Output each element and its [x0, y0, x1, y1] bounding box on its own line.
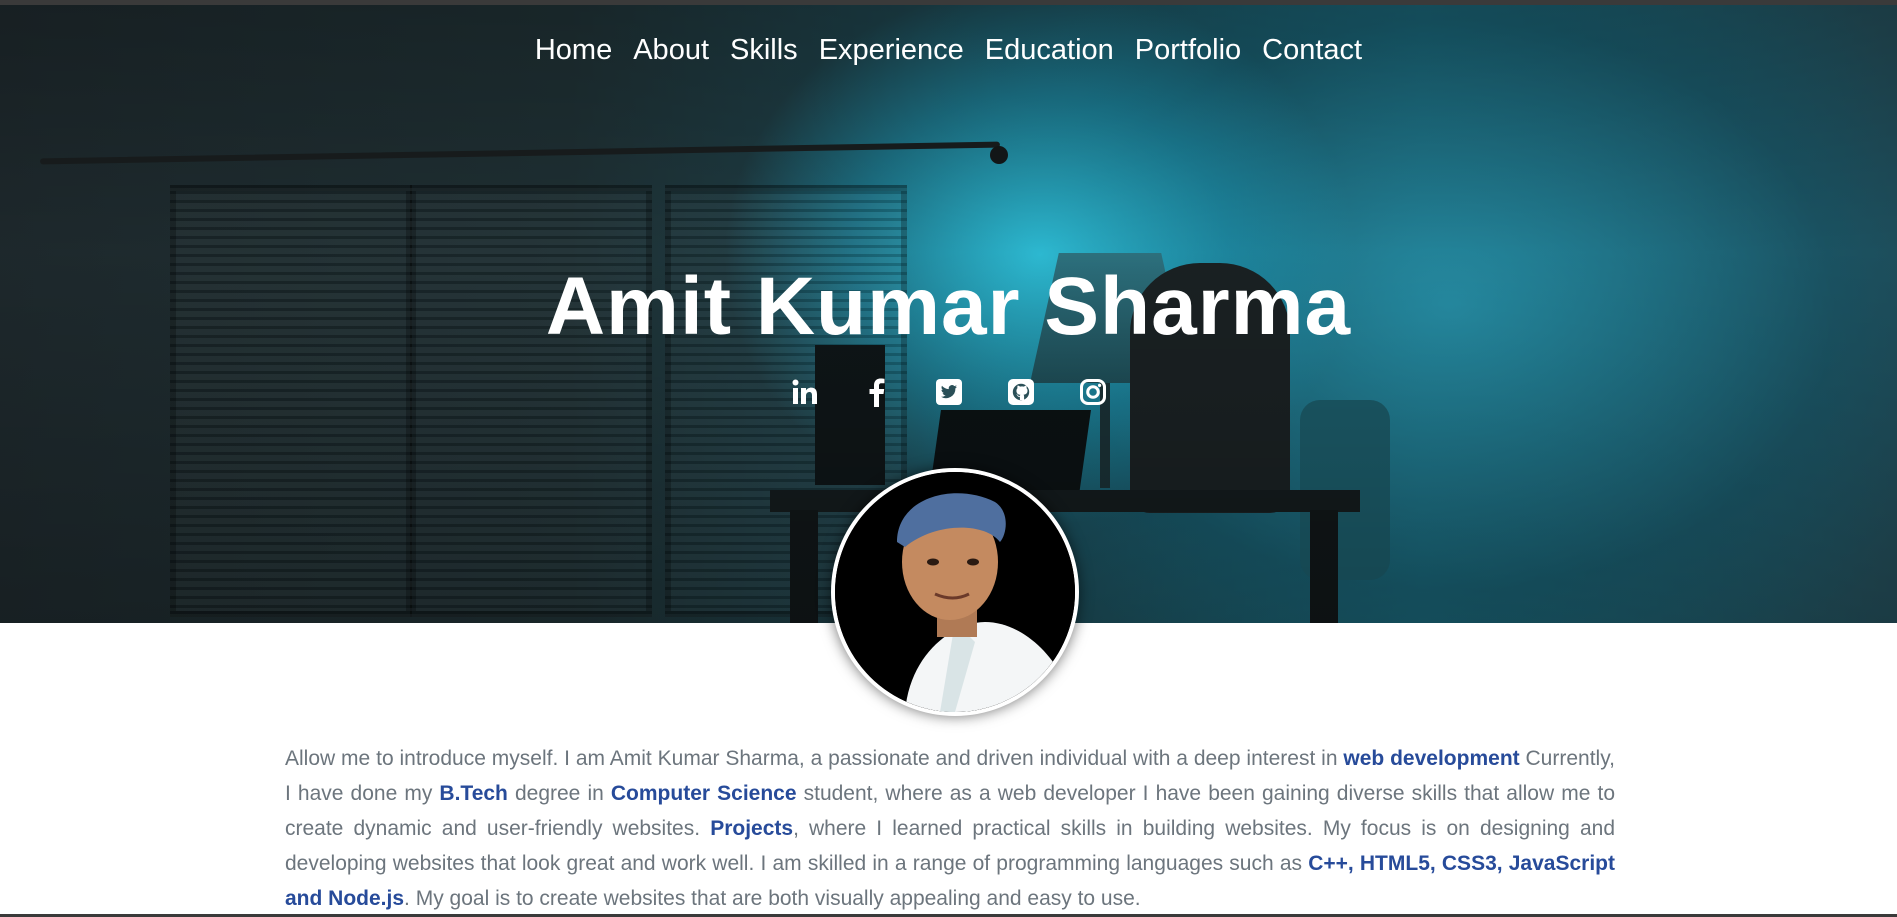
- about-text: . My goal is to create websites that are…: [404, 887, 1141, 910]
- hero-title: Amit Kumar Sharma: [545, 261, 1352, 352]
- nav-education[interactable]: Education: [985, 34, 1114, 67]
- about-text: Allow me to introduce myself. I am Amit …: [285, 747, 1344, 770]
- main-nav: Home About Skills Experience Education P…: [0, 34, 1897, 67]
- highlight-web-development: web development: [1343, 747, 1520, 770]
- nav-experience[interactable]: Experience: [819, 34, 964, 67]
- nav-skills[interactable]: Skills: [730, 34, 798, 67]
- nav-home[interactable]: Home: [535, 34, 612, 67]
- about-paragraph: Allow me to introduce myself. I am Amit …: [285, 741, 1615, 916]
- highlight-btech: B.Tech: [439, 782, 508, 805]
- nav-about[interactable]: About: [633, 34, 709, 67]
- linkedin-icon[interactable]: [788, 375, 822, 409]
- highlight-computer-science: Computer Science: [610, 782, 797, 805]
- instagram-icon[interactable]: [1076, 375, 1110, 409]
- social-links: [0, 375, 1897, 409]
- highlight-projects: Projects: [710, 817, 794, 840]
- facebook-icon[interactable]: [860, 375, 894, 409]
- profile-avatar: [831, 468, 1079, 716]
- nav-contact[interactable]: Contact: [1262, 34, 1362, 67]
- about-text: degree in: [507, 782, 611, 805]
- nav-portfolio[interactable]: Portfolio: [1135, 34, 1241, 67]
- profile-photo: [835, 472, 1075, 712]
- twitter-icon[interactable]: [932, 375, 966, 409]
- github-icon[interactable]: [1004, 375, 1038, 409]
